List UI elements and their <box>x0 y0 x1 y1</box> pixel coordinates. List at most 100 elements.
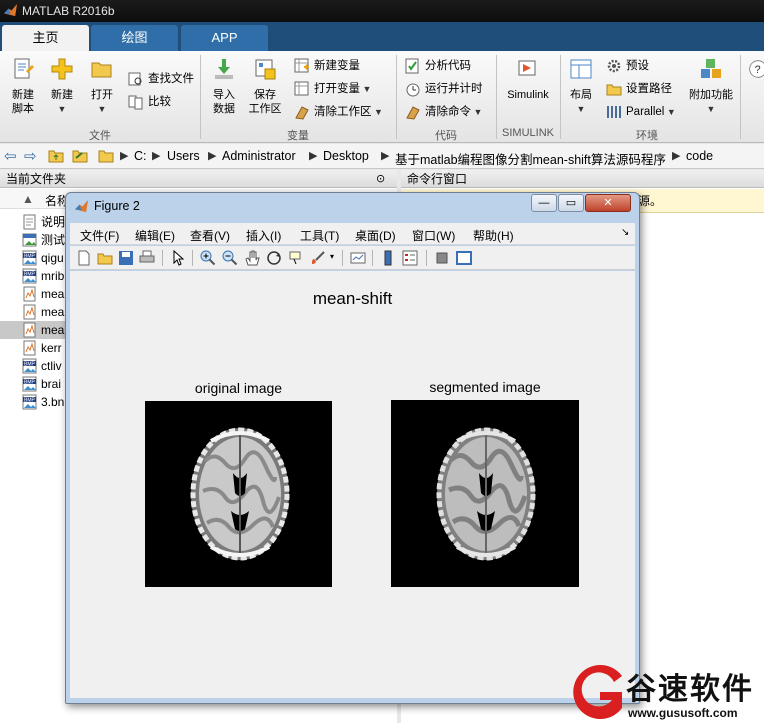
breadcrumb-item[interactable]: 基于matlab编程图像分割mean-shift算法源码程序 <box>395 149 666 168</box>
parallel-button[interactable]: Parallel ▼ <box>606 102 676 122</box>
breadcrumb-separator: ▶ <box>152 150 161 162</box>
rotate-3d-icon[interactable] <box>266 250 282 266</box>
compare-button[interactable]: 比较 <box>128 92 171 112</box>
add-ons-icon <box>701 59 721 78</box>
help-button[interactable]: ? <box>748 57 764 88</box>
zoom-in-icon[interactable] <box>200 250 216 266</box>
breadcrumb-item[interactable]: Desktop <box>323 149 369 163</box>
legend-icon[interactable] <box>402 250 418 266</box>
breadcrumb-item[interactable]: code <box>686 149 713 163</box>
toolbar-separator <box>192 250 193 266</box>
save-workspace-button[interactable]: 保存 工作区 <box>246 57 284 116</box>
print-icon[interactable] <box>139 250 155 266</box>
dock-arrow-icon[interactable]: ↘ <box>621 227 629 238</box>
save-icon[interactable] <box>118 250 134 266</box>
file-list-item[interactable]: kerr <box>0 339 70 357</box>
preferences-button[interactable]: 预设 <box>606 56 649 76</box>
file-list-item[interactable]: mea <box>0 285 70 303</box>
zoom-out-icon[interactable] <box>222 250 238 266</box>
svg-text:BMP: BMP <box>24 380 36 386</box>
file-name: 3.bn <box>41 395 65 409</box>
maximize-button[interactable]: ▭ <box>558 194 584 212</box>
pan-hand-icon[interactable] <box>244 250 260 266</box>
panel-menu-icon[interactable]: ⊙ <box>376 170 385 188</box>
menu-desktop[interactable]: 桌面(D) <box>355 227 396 244</box>
import-data-button[interactable]: 导入 数据 <box>207 57 241 116</box>
bmp-file-icon: BMP <box>22 394 37 410</box>
tab-plots[interactable]: 绘图 <box>91 25 178 51</box>
layout-button[interactable]: 布局 ▼ <box>566 57 596 116</box>
clear-workspace-button[interactable]: 清除工作区 ▼ <box>294 102 383 122</box>
file-list-item[interactable]: mea <box>0 321 70 339</box>
file-list-item[interactable]: BMP mrib <box>0 267 70 285</box>
menu-tools[interactable]: 工具(T) <box>300 227 339 244</box>
file-list-item[interactable]: BMP ctliv <box>0 357 70 375</box>
brush-icon[interactable] <box>310 250 326 266</box>
new-button[interactable]: 新建 ▼ <box>46 57 78 116</box>
svg-text:BMP: BMP <box>24 254 36 260</box>
axes-title-original: original image <box>194 380 283 396</box>
up-folder-icon[interactable] <box>48 149 64 163</box>
figure-toolbar: ▾ <box>70 246 635 270</box>
new-script-button[interactable]: 新建 脚本 <box>6 57 40 116</box>
file-list-item[interactable]: BMP brai <box>0 375 70 393</box>
new-variable-button[interactable]: 新建变量 <box>294 56 360 76</box>
file-list-item[interactable]: BMP 3.bn <box>0 393 70 411</box>
menu-window[interactable]: 窗口(W) <box>412 227 455 244</box>
file-list-item[interactable]: 测试 <box>0 231 70 249</box>
menu-view[interactable]: 查看(V) <box>190 227 230 244</box>
close-button[interactable]: ✕ <box>585 194 631 212</box>
run-and-time-icon <box>406 83 420 97</box>
open-variable-button[interactable]: 打开变量 ▼ <box>294 79 371 99</box>
sort-toggle-icon[interactable]: ▲ <box>22 192 34 206</box>
folder-icon <box>98 150 114 163</box>
new-script-icon <box>14 58 34 79</box>
menu-insert[interactable]: 插入(I) <box>246 227 281 244</box>
toolbar-separator <box>162 250 163 266</box>
figure-canvas: mean-shift original image segmented imag… <box>70 271 635 698</box>
analyze-code-label: 分析代码 <box>425 60 471 72</box>
hide-plot-tools-icon[interactable] <box>434 250 450 266</box>
file-list-item[interactable]: mea <box>0 303 70 321</box>
menu-file[interactable]: 文件(F) <box>80 227 119 244</box>
pointer-icon[interactable] <box>170 250 186 266</box>
show-plot-tools-icon[interactable] <box>456 250 472 266</box>
menu-edit[interactable]: 编辑(E) <box>135 227 175 244</box>
back-arrow-icon[interactable]: ⇦ <box>4 147 17 165</box>
breadcrumb-item[interactable]: C: <box>134 149 147 163</box>
add-ons-button[interactable]: 附加功能 ▼ <box>688 57 734 116</box>
tab-apps[interactable]: APP <box>181 25 268 51</box>
figure-title: Figure 2 <box>94 199 140 213</box>
link-plot-icon[interactable] <box>350 250 366 266</box>
open-button[interactable]: 打开 ▼ <box>86 57 118 116</box>
app-title: MATLAB R2016b <box>22 4 115 18</box>
image-file-icon <box>22 233 37 247</box>
find-files-button[interactable]: 查找文件 <box>128 69 194 89</box>
colorbar-icon[interactable] <box>380 250 396 266</box>
file-list-item[interactable]: BMP qigu <box>0 249 70 267</box>
address-bar: ⇦ ⇨ ▶ C: ▶ Users ▶ Administrator ▶ Deskt… <box>0 144 764 169</box>
brush-dropdown-icon[interactable]: ▾ <box>330 252 334 261</box>
save-workspace-label: 保存 工作区 <box>248 89 282 115</box>
breadcrumb-item[interactable]: Users <box>167 149 200 163</box>
help-icon: ? <box>749 60 764 78</box>
open-file-icon[interactable] <box>97 250 113 266</box>
simulink-button[interactable]: Simulink <box>503 57 553 102</box>
minimize-button[interactable]: — <box>531 194 557 212</box>
new-figure-icon[interactable] <box>76 250 92 266</box>
bmp-file-icon: BMP <box>22 268 37 284</box>
simulink-label: Simulink <box>507 89 549 101</box>
menu-help[interactable]: 帮助(H) <box>473 227 514 244</box>
analyze-code-button[interactable]: 分析代码 <box>405 56 471 76</box>
data-cursor-icon[interactable] <box>288 250 304 266</box>
browse-folder-icon[interactable] <box>72 149 88 163</box>
clear-commands-button[interactable]: 清除命令 ▼ <box>405 102 482 122</box>
run-and-time-button[interactable]: 运行并计时 <box>405 79 483 99</box>
breadcrumb-item[interactable]: Administrator <box>222 149 296 163</box>
m-file-icon <box>23 340 36 356</box>
set-path-button[interactable]: 设置路径 <box>606 79 672 99</box>
forward-arrow-icon[interactable]: ⇨ <box>24 147 37 165</box>
new-label: 新建 <box>51 89 73 101</box>
tab-home[interactable]: 主页 <box>2 25 89 51</box>
file-list-item[interactable]: 说明 <box>0 213 70 231</box>
